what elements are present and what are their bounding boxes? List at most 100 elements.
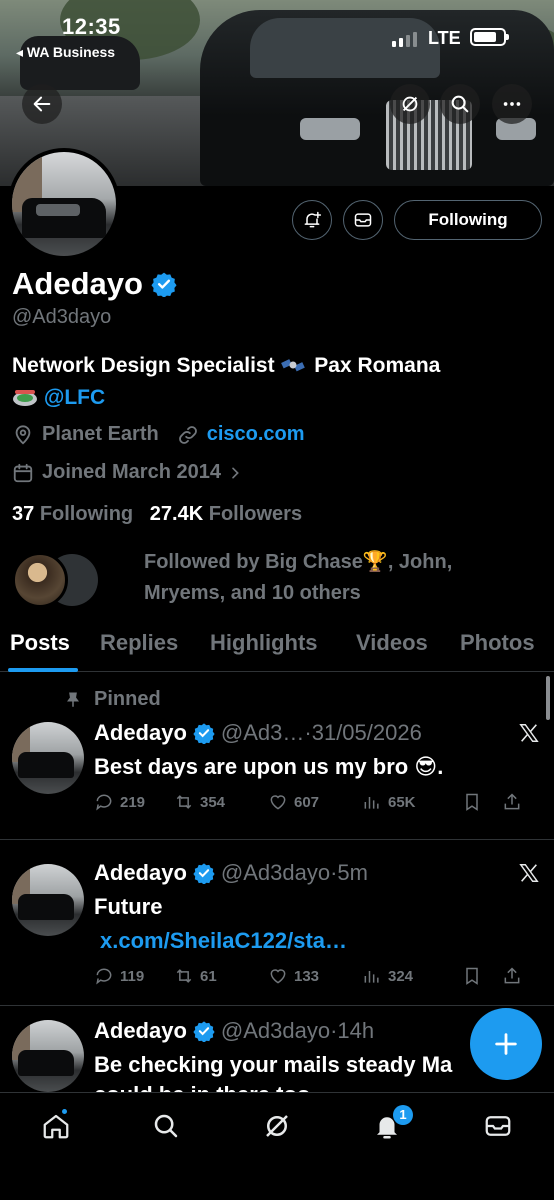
post-author[interactable]: Adedayo: [94, 720, 187, 746]
message-button[interactable]: [343, 200, 383, 240]
envelope-icon: [485, 1116, 511, 1136]
back-button[interactable]: [22, 84, 62, 124]
nav-home[interactable]: [41, 1111, 71, 1141]
joined-date: Joined March 2014: [42, 461, 221, 483]
more-button[interactable]: [492, 84, 532, 124]
chevron-right-icon: [232, 467, 239, 478]
analytics-icon: [364, 797, 379, 809]
x-logo-icon[interactable]: [518, 862, 540, 884]
tab-photos[interactable]: Photos: [460, 630, 535, 656]
profile-handle: @Ad3dayo: [12, 306, 112, 328]
verified-badge-icon: [193, 723, 215, 744]
x-logo-icon[interactable]: [518, 722, 540, 744]
battery-icon: [470, 28, 509, 46]
post-actions: 119 61 133 324: [94, 966, 544, 986]
profile-name-row: Adedayo: [12, 266, 177, 302]
reply-button[interactable]: 119: [94, 966, 174, 986]
calendar-icon: [13, 463, 33, 482]
like-button[interactable]: 133: [268, 966, 362, 986]
post-actions: 219 354 607 65K: [94, 792, 544, 812]
heart-icon: [270, 795, 286, 810]
post-avatar[interactable]: [12, 1020, 84, 1092]
post-text: Future: [94, 894, 163, 919]
followed-by-text[interactable]: Followed by Big Chase🏆, John, Mryems, an…: [144, 547, 524, 609]
followers-stat[interactable]: 27.4K Followers: [150, 503, 302, 525]
post-avatar[interactable]: [12, 864, 84, 936]
post-handle-time: @Ad3…·31/05/2026: [220, 720, 422, 745]
profile-meta-row: Planet Earth cisco.com: [12, 423, 305, 446]
tab-replies[interactable]: Replies: [100, 630, 178, 656]
back-to-app-link[interactable]: ◂ WA Business: [16, 44, 115, 61]
heart-icon: [270, 969, 286, 984]
tab-highlights[interactable]: Highlights: [210, 630, 318, 656]
reply-icon: [96, 968, 112, 985]
views-button[interactable]: 65K: [362, 792, 462, 812]
bio-text: Network Design Specialist: [12, 354, 275, 377]
profile-name: Adedayo: [12, 266, 143, 301]
search-icon: [451, 95, 469, 113]
profile-tabs: Posts Replies Highlights Videos Photos: [0, 622, 554, 672]
follow-stats: 37 Following 27.4K Followers: [12, 503, 302, 526]
tab-posts[interactable]: Posts: [10, 630, 70, 656]
tab-videos[interactable]: Videos: [356, 630, 428, 656]
satellite-emoji-icon: [281, 359, 306, 372]
nav-messages[interactable]: [483, 1111, 513, 1141]
post-text: Best days are upon us my bro 😎.: [94, 754, 444, 779]
post-author[interactable]: Adedayo: [94, 1018, 187, 1044]
notification-badge: 1: [393, 1105, 413, 1125]
post-author[interactable]: Adedayo: [94, 860, 187, 886]
bookmark-button[interactable]: [462, 966, 502, 986]
reply-icon: [96, 794, 112, 811]
verified-badge-icon: [193, 863, 215, 884]
profile-bio: Network Design Specialist Pax Romana @LF…: [12, 350, 542, 414]
active-tab-indicator: [8, 668, 78, 672]
bell-plus-icon: [304, 211, 322, 228]
more-icon: [503, 102, 521, 106]
like-button[interactable]: 607: [268, 792, 362, 812]
share-icon: [504, 793, 520, 810]
reply-button[interactable]: 219: [94, 792, 174, 812]
views-button[interactable]: 324: [362, 966, 462, 986]
post-item[interactable]: Adedayo @Ad3…·31/05/2026 Best days are u…: [0, 676, 554, 840]
nav-search[interactable]: [151, 1111, 181, 1141]
home-icon: [43, 1114, 69, 1139]
repost-icon: [176, 969, 192, 983]
verified-badge-icon[interactable]: [151, 271, 177, 297]
share-button[interactable]: [502, 966, 522, 986]
following-button[interactable]: Following: [394, 200, 542, 240]
nav-grok[interactable]: [262, 1111, 292, 1141]
grok-icon: [266, 1115, 288, 1137]
bio-text-2: Pax Romana: [314, 354, 441, 377]
search-button[interactable]: [440, 84, 480, 124]
network-type: LTE: [428, 28, 461, 48]
post-link[interactable]: x.com/SheilaC122/sta…: [100, 928, 347, 954]
post-header: Adedayo @Ad3…·31/05/2026: [94, 720, 422, 746]
link-icon: [178, 425, 197, 444]
bio-mention-link[interactable]: @LFC: [44, 386, 105, 409]
bookmark-button[interactable]: [462, 792, 502, 812]
post-avatar[interactable]: [12, 722, 84, 794]
status-bar: 12:35 ◂ WA Business LTE: [0, 0, 554, 60]
repost-button[interactable]: 354: [174, 792, 268, 812]
post-item[interactable]: Adedayo @Ad3dayo·5m Future x.com/SheilaC…: [0, 840, 554, 1006]
grok-button[interactable]: [390, 84, 430, 124]
bookmark-icon: [466, 967, 478, 985]
follower-avatar[interactable]: [12, 552, 68, 608]
search-icon: [154, 1114, 178, 1138]
share-button[interactable]: [502, 792, 522, 812]
notify-button[interactable]: [292, 200, 332, 240]
stadium-emoji-icon: [13, 390, 37, 406]
following-stat[interactable]: 37 Following: [12, 503, 133, 525]
profile-website-link[interactable]: cisco.com: [207, 423, 305, 446]
location-pin-icon: [15, 424, 31, 444]
repost-button[interactable]: 61: [174, 966, 268, 986]
plus-icon: [495, 1033, 517, 1055]
compose-button[interactable]: [470, 1008, 542, 1080]
profile-avatar[interactable]: [8, 148, 120, 260]
post-header: Adedayo @Ad3dayo·5m: [94, 860, 368, 886]
post-text: Be checking your mails steady Ma: [94, 1052, 453, 1077]
joined-row[interactable]: Joined March 2014: [12, 461, 251, 484]
profile-location: Planet Earth: [42, 423, 159, 445]
envelope-icon: [354, 213, 372, 227]
verified-badge-icon: [193, 1021, 215, 1042]
